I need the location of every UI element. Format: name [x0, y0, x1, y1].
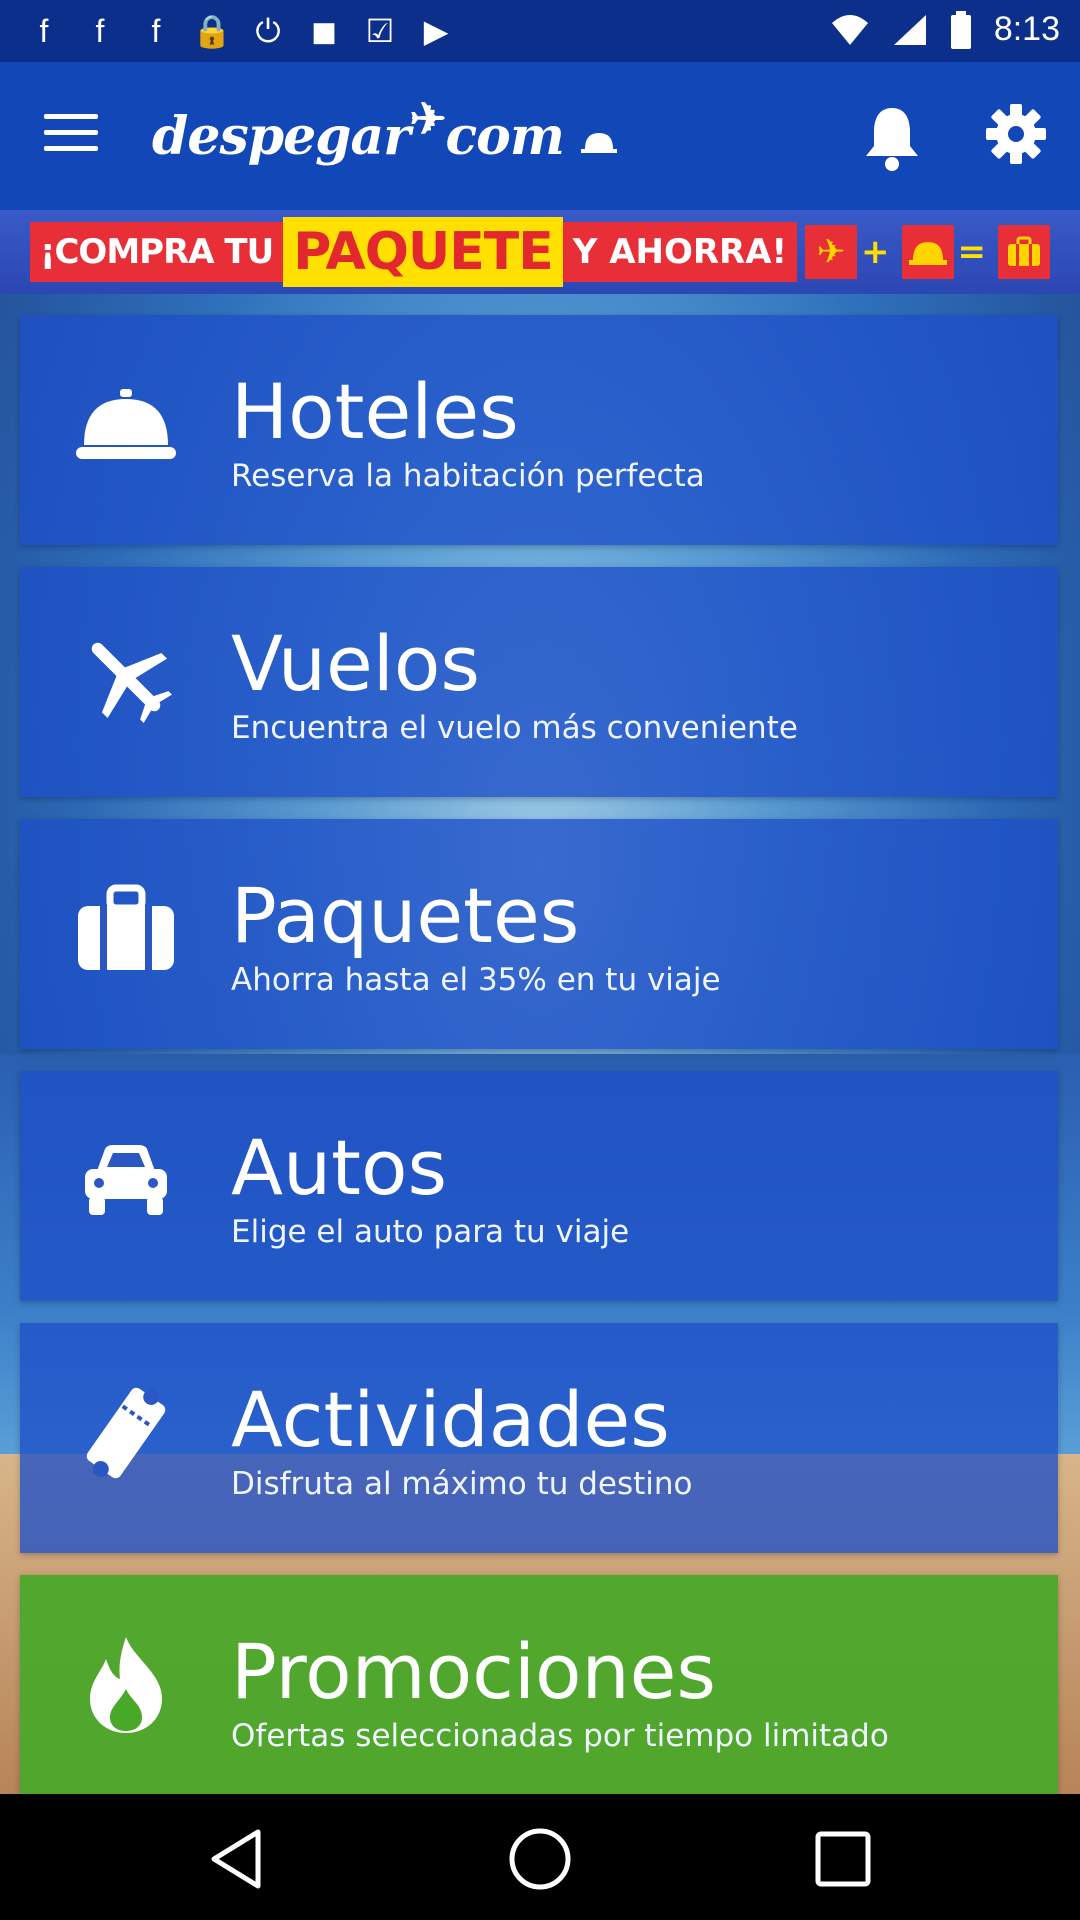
facebook-icon: f [151, 13, 161, 49]
card-title: Hoteles [231, 367, 519, 456]
card-subtitle: Elige el auto para tu viaje [231, 1214, 630, 1250]
card-subtitle: Disfruta al máximo tu destino [231, 1466, 693, 1502]
card-title: Paquetes [231, 871, 580, 960]
lock-icon: 🔒 [192, 13, 232, 49]
card-subtitle: Ahorra hasta el 35% en tu viaje [231, 962, 721, 998]
promo-text-1: ¡COMPRA TU [29, 222, 284, 282]
card-title: Actividades [231, 1375, 670, 1464]
car-icon [76, 1131, 176, 1231]
menu-card-actividades[interactable]: Actividades Disfruta al máximo tu destin… [20, 1323, 1058, 1553]
card-subtitle: Encuentra el vuelo más conveniente [231, 710, 798, 746]
check-bag-icon: ☑ [365, 13, 395, 49]
suitcase-icon [76, 879, 176, 979]
card-subtitle: Ofertas seleccionadas por tiempo limitad… [231, 1718, 889, 1754]
home-icon[interactable] [505, 1824, 575, 1894]
despegar-logo: despegar✈com [152, 94, 617, 167]
back-icon[interactable] [202, 1824, 272, 1894]
alarm-icon: ⏻ [255, 13, 281, 49]
logo-text: despegar [152, 106, 411, 167]
notifications-bell-icon[interactable] [862, 102, 922, 172]
promo-plane-icon: ✈ [805, 225, 858, 279]
promo-plus: + [861, 232, 890, 272]
menu-card-paquetes[interactable]: Paquetes Ahorra hasta el 35% en tu viaje [20, 819, 1058, 1049]
flame-icon [76, 1635, 176, 1735]
clock: 8:13 [993, 10, 1060, 48]
wifi-icon [831, 14, 868, 45]
menu-card-autos[interactable]: Autos Elige el auto para tu viaje [20, 1071, 1058, 1301]
promo-equals: = [957, 232, 987, 272]
recents-icon[interactable] [808, 1824, 878, 1894]
promo-hotel-bell-icon [901, 225, 954, 279]
logo-suffix: com [445, 106, 565, 167]
card-title: Autos [231, 1123, 448, 1212]
card-title: Vuelos [231, 619, 480, 708]
promo-text-paquete: PAQUETE [283, 217, 563, 287]
logo-plane-icon: ✈ [409, 94, 447, 145]
app-bar: despegar✈com [0, 62, 1080, 210]
ticket-icon [76, 1383, 176, 1483]
facebook-icon: f [95, 13, 105, 49]
hotel-bell-icon [76, 375, 176, 475]
card-title: Promociones [231, 1627, 717, 1716]
status-bar: f f f 🔒 ⏻ ◼ ☑ ▶ 8:13 [0, 0, 1080, 62]
hamburger-menu-icon[interactable] [44, 114, 98, 154]
battery-icon [950, 10, 971, 49]
menu-card-hoteles[interactable]: Hoteles Reserva la habitación perfecta [20, 315, 1058, 545]
play-bag-icon: ▶ [423, 13, 449, 49]
logo-bell-icon [580, 132, 617, 153]
card-subtitle: Reserva la habitación perfecta [231, 458, 705, 494]
settings-gear-icon[interactable] [984, 102, 1048, 166]
promo-text-2: Y AHORRA! [562, 222, 798, 282]
signal-icon [893, 14, 926, 45]
menu-card-promociones[interactable]: Promociones Ofertas seleccionadas por ti… [20, 1575, 1058, 1794]
notification-icons: f f f 🔒 ⏻ ◼ ☑ ▶ [24, 12, 456, 50]
system-navigation-bar [0, 1794, 1080, 1920]
airplane-icon [76, 627, 176, 727]
gamepad-icon: ◼ [310, 13, 338, 49]
menu-card-vuelos[interactable]: Vuelos Encuentra el vuelo más convenient… [20, 567, 1058, 797]
facebook-icon: f [39, 13, 49, 49]
promo-suitcase-icon [998, 225, 1051, 279]
promo-banner[interactable]: ¡COMPRA TU PAQUETE Y AHORRA! ✈ + = [0, 210, 1080, 294]
